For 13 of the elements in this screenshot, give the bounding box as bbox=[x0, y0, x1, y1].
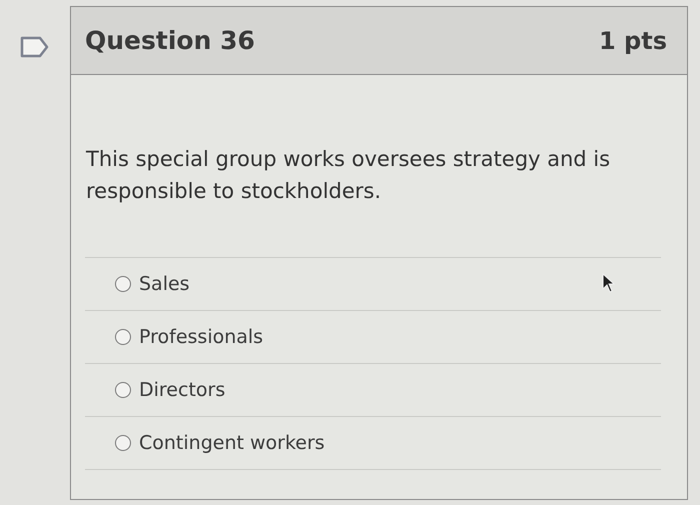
radio-button[interactable] bbox=[115, 382, 131, 398]
radio-button[interactable] bbox=[115, 435, 131, 451]
cursor-icon bbox=[602, 273, 616, 293]
radio-button[interactable] bbox=[115, 329, 131, 345]
points-label: 1 pts bbox=[599, 26, 667, 54]
answer-label[interactable]: Professionals bbox=[139, 326, 264, 348]
radio-button[interactable] bbox=[115, 276, 131, 292]
question-title: Question 36 bbox=[85, 26, 255, 55]
answer-label[interactable]: Contingent workers bbox=[139, 432, 325, 454]
answer-label[interactable]: Directors bbox=[139, 379, 226, 401]
question-text: This special group works oversees strategy and is responsible to stockholders. bbox=[85, 146, 612, 205]
flag-icon[interactable] bbox=[20, 36, 50, 58]
answer-label[interactable]: Sales bbox=[139, 273, 190, 295]
